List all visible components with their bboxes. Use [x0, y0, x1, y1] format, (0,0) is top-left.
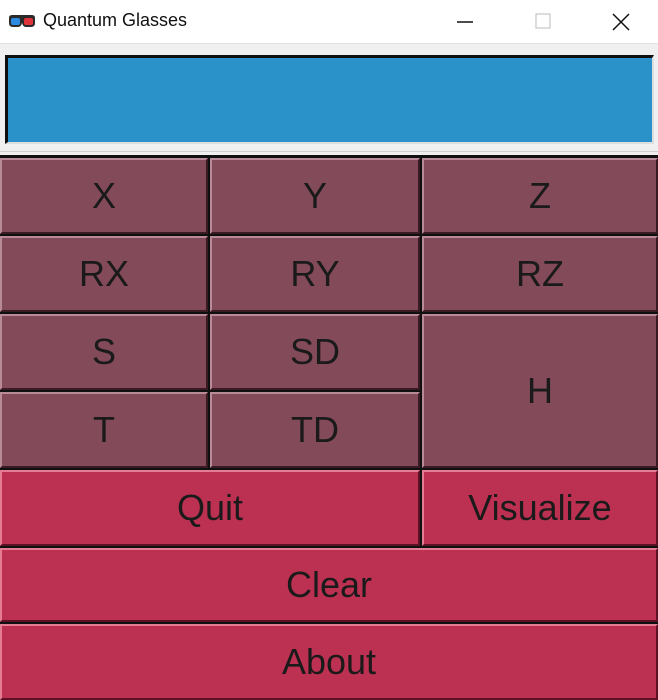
- gate-x-button[interactable]: X: [0, 158, 208, 234]
- gate-s-button[interactable]: S: [0, 314, 208, 390]
- about-button[interactable]: About: [0, 624, 658, 700]
- gate-sd-button[interactable]: SD: [210, 314, 420, 390]
- close-icon: [612, 13, 630, 31]
- clear-button[interactable]: Clear: [0, 548, 658, 622]
- minimize-button[interactable]: [426, 0, 504, 44]
- visualize-button[interactable]: Visualize: [422, 470, 658, 546]
- gate-h-button[interactable]: H: [422, 314, 658, 468]
- close-button[interactable]: [582, 0, 658, 44]
- gate-keypad: X Y Z RX RY RZ S SD H T TD Quit Visualiz…: [0, 155, 658, 700]
- gate-z-button[interactable]: Z: [422, 158, 658, 234]
- title-bar: Quantum Glasses: [0, 0, 658, 44]
- minimize-icon: [457, 21, 473, 23]
- gate-rz-button[interactable]: RZ: [422, 236, 658, 312]
- maximize-button[interactable]: [504, 0, 582, 44]
- gate-td-button[interactable]: TD: [210, 392, 420, 468]
- gate-t-button[interactable]: T: [0, 392, 208, 468]
- maximize-icon: [535, 13, 551, 29]
- gate-rx-button[interactable]: RX: [0, 236, 208, 312]
- quit-button[interactable]: Quit: [0, 470, 420, 546]
- circuit-display-input[interactable]: [5, 55, 654, 144]
- gate-ry-button[interactable]: RY: [210, 236, 420, 312]
- window-title: Quantum Glasses: [43, 10, 188, 30]
- gate-y-button[interactable]: Y: [210, 158, 420, 234]
- display-area: [0, 44, 658, 152]
- 3d-glasses-icon: [8, 12, 36, 30]
